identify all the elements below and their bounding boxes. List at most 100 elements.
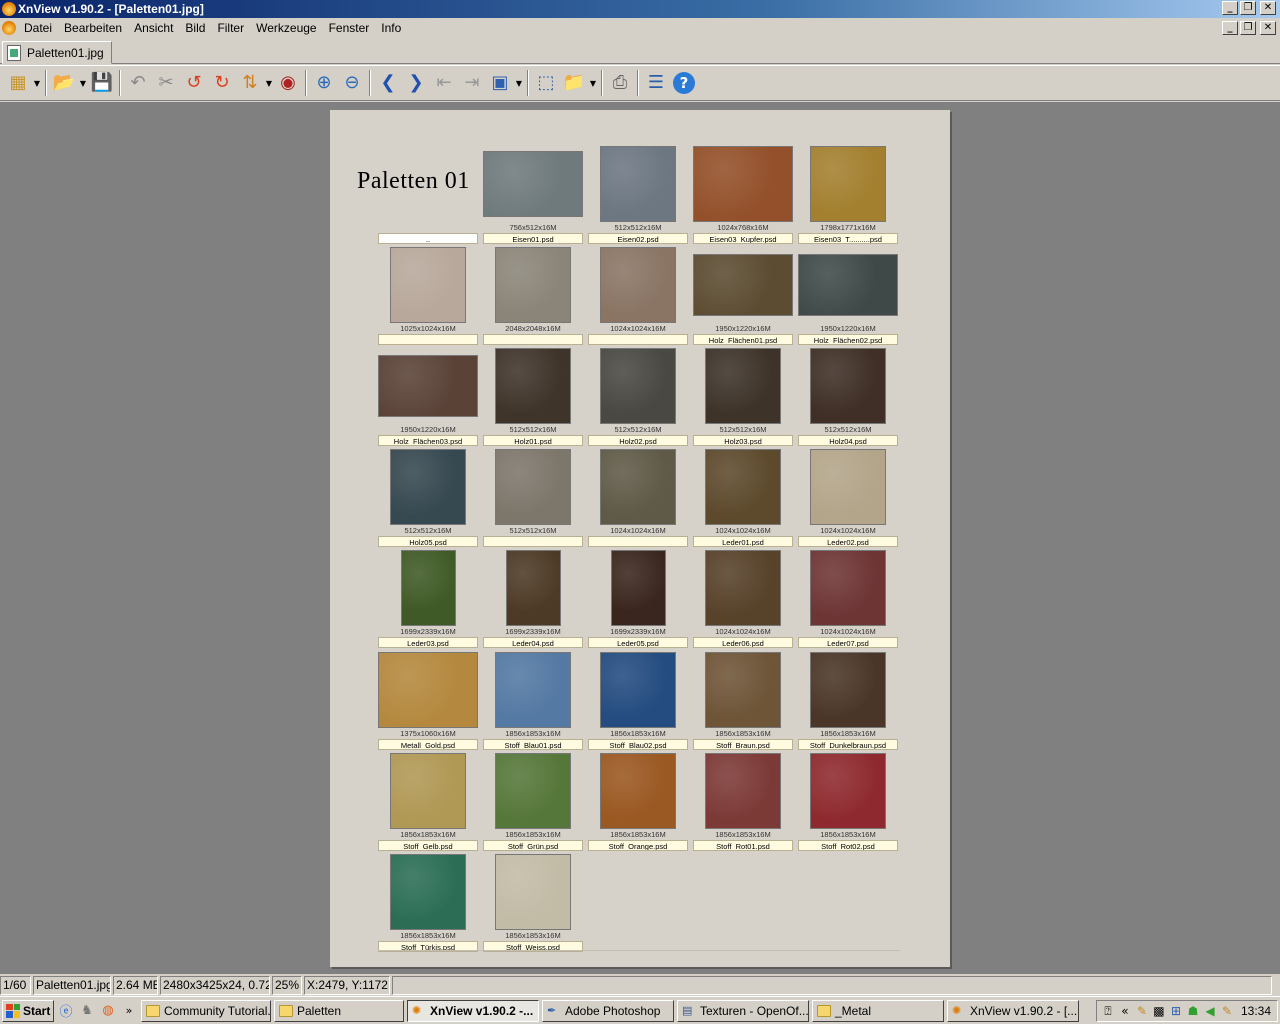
texture-thumbnail [495,348,571,424]
thumbnail-image-area [588,549,688,627]
browser-dropdown-icon[interactable]: ▼ [32,79,42,88]
flip-dropdown-icon[interactable]: ▼ [264,79,274,88]
properties-icon[interactable]: ☰ [642,69,670,97]
xnview-icon: ✺ [412,1003,422,1017]
zoom-in-icon[interactable]: ⊕ [310,69,338,97]
doc-restore-button[interactable]: ❐ [1240,21,1256,35]
rotate-left-icon[interactable]: ↺ [180,69,208,97]
fullscreen-icon[interactable]: ⬚ [532,69,560,97]
open-folder-icon[interactable]: 📁 [560,69,588,97]
task-paletten[interactable]: Paletten [274,999,404,1022]
browser-icon[interactable]: ▦ [4,69,32,97]
speaker-tray-icon[interactable]: ◀ [1203,1004,1217,1018]
status-zoom: 25% [272,976,302,995]
tool-tray-icon[interactable]: ✎ [1220,1004,1234,1018]
folder-icon [279,1004,293,1017]
task-xnview-active[interactable]: ✺ XnView v1.90.2 -... [407,999,539,1022]
menu-info[interactable]: Info [375,18,407,38]
previous-icon[interactable]: ❮ [374,69,402,97]
slideshow-icon[interactable]: ▣ [486,69,514,97]
minimize-button[interactable]: _ [1222,1,1238,15]
cut-icon[interactable]: ✂ [152,69,180,97]
menu-werkzeuge[interactable]: Werkzeuge [250,18,322,38]
menu-ansicht[interactable]: Ansicht [128,18,179,38]
close-button[interactable]: ✕ [1260,1,1276,15]
quicklaunch-more-icon[interactable]: » [120,1001,138,1021]
rotate-right-icon[interactable]: ↻ [208,69,236,97]
last-icon[interactable]: ⇥ [458,69,486,97]
network-tray-icon[interactable]: ⊞ [1169,1004,1183,1018]
save-icon[interactable]: 💾 [88,69,116,97]
texture-thumbnail [798,254,898,316]
doc-close-button[interactable]: ✕ [1260,21,1276,35]
doc-minimize-button[interactable]: _ [1222,21,1238,35]
thumbnail-filename: Stoff_Rot02.psd [798,840,898,851]
thumbnail-filename: Leder06.psd [693,637,793,648]
tab-paletten01[interactable]: Paletten01.jpg [2,41,112,64]
pencil-tray-icon[interactable]: ✎ [1135,1004,1149,1018]
task-community-tutorial[interactable]: Community Tutorial... [141,999,271,1022]
thumbnail-cell: 512x512x16M Eisen02.psd [588,145,688,245]
thumbnail-image-area [483,651,583,729]
document-menu-icon[interactable] [2,21,16,35]
texture-thumbnail [810,449,886,525]
flip-icon[interactable]: ⇅ [236,69,264,97]
open-folder-dropdown-icon[interactable]: ▼ [588,79,598,88]
toolbar-separator [305,70,307,96]
menu-datei[interactable]: Datei [18,18,58,38]
thumbnail-image-area [483,246,583,324]
task-texturen-openoffice[interactable]: ▤ Texturen - OpenOf... [677,999,809,1022]
restore-button[interactable]: ❐ [1240,1,1256,15]
thumbnail-image-area [588,347,688,425]
thumbnail-filename: Stoff_Gelb.psd [378,840,478,851]
status-filename: Paletten01.jpg [33,976,111,995]
thumbnail-cell: 512x512x16M Holz05.psd [378,448,478,548]
open-icon[interactable]: 📂 [50,69,78,97]
menu-fenster[interactable]: Fenster [323,18,376,38]
user-tray-icon[interactable]: ☗ [1186,1004,1200,1018]
open-dropdown-icon[interactable]: ▼ [78,79,88,88]
tab-label: Paletten01.jpg [27,45,104,60]
thumbnail-dimensions: 1024x1024x16M [610,324,666,333]
thumbnail-dimensions: 1856x1853x16M [610,830,666,839]
thumbnail-image-area [588,145,688,223]
ie-quicklaunch-icon[interactable]: ⓔ [57,1001,75,1021]
task-adobe-photoshop[interactable]: ✒ Adobe Photoshop [542,999,674,1022]
eye-icon[interactable]: ◉ [274,69,302,97]
undo-icon[interactable]: ↶ [124,69,152,97]
print-icon[interactable]: ⎙ [606,69,634,97]
thumbnail-filename: Stoff_Grün.psd [483,840,583,851]
thumbnail-dimensions: 512x512x16M [824,425,872,434]
gimp-quicklaunch-icon[interactable]: ♞ [78,1001,96,1021]
start-button[interactable]: Start [2,999,54,1022]
status-index: 1/60 [0,976,31,995]
thumbnail-filename: Leder05.psd [588,637,688,648]
thumbnail-cell: 1856x1853x16M Stoff_Rot02.psd [798,752,898,852]
thumbnail-cell: 1024x768x16M Eisen03_Kupfer.psd [693,145,793,245]
menu-bild[interactable]: Bild [179,18,211,38]
thumbnail-cell: 1024x1024x16M Leder07.psd [798,549,898,649]
tray-expand-icon[interactable]: « [1118,1004,1132,1018]
thumbnail-dimensions: 1856x1853x16M [400,931,456,940]
next-icon[interactable]: ❯ [402,69,430,97]
help-icon[interactable]: ? [670,69,698,97]
task-xnview[interactable]: ✺ XnView v1.90.2 - [... [947,999,1079,1022]
taskbar: Start ⓔ ♞ ◍ » Community Tutorial... Pale… [0,996,1280,1024]
help-tray-icon[interactable]: ⍰ [1101,1004,1115,1018]
menu-bearbeiten[interactable]: Bearbeiten [58,18,128,38]
first-icon[interactable]: ⇤ [430,69,458,97]
menu-filter[interactable]: Filter [211,18,250,38]
firefox-quicklaunch-icon[interactable]: ◍ [99,1001,117,1021]
task-label: Texturen - OpenOf... [700,1003,809,1018]
thumbnail-cell: 1375x1060x16M Metall_Gold.psd [378,651,478,751]
image-viewer[interactable]: Paletten 01 .. 756x512x16M Eisen01.psd 512x… [0,102,1280,974]
thumbnail-cell: 1024x1024x16M Leder02.psd [798,448,898,548]
task-metal[interactable]: _Metal [812,999,944,1022]
thumbnail-image-area [483,853,583,931]
thumbnail-filename: Holz05.psd [378,536,478,547]
thumbnail-dimensions: 1699x2339x16M [610,627,666,636]
slideshow-dropdown-icon[interactable]: ▼ [514,79,524,88]
texture-thumbnail [390,854,466,930]
capture-tray-icon[interactable]: ▩ [1152,1004,1166,1018]
zoom-out-icon[interactable]: ⊖ [338,69,366,97]
